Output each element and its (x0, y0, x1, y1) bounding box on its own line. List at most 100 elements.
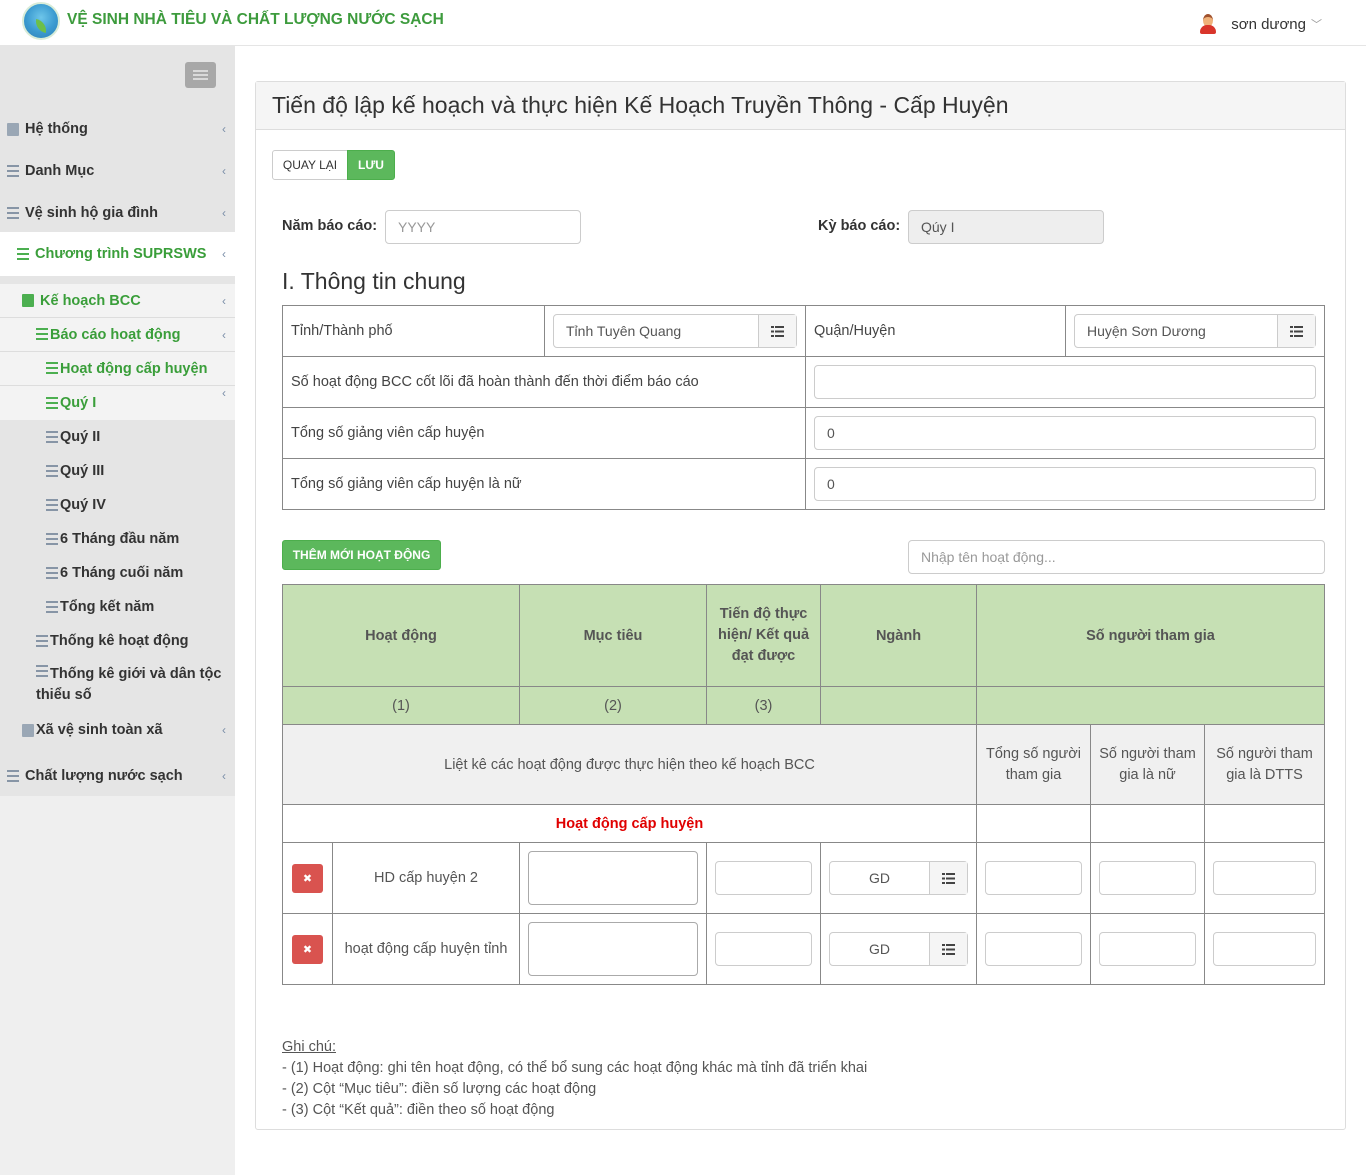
list-icon (46, 464, 58, 478)
ethnic-participants-input[interactable] (1213, 861, 1316, 895)
logo-icon[interactable] (22, 2, 60, 40)
total-participants-input[interactable] (985, 861, 1082, 895)
sidebar-item-label: Báo cáo hoạt động (50, 326, 181, 343)
period-label: Kỳ báo cáo: (818, 218, 901, 234)
sidebar-item-xa-ve-sinh-toan-xa[interactable]: Xã vệ sinh toàn xã ‹ (0, 719, 235, 741)
ethnic-participants-input[interactable] (1213, 932, 1316, 966)
target-cell (519, 842, 707, 914)
sidebar-item-ve-sinh-ho-gia-dinh[interactable]: Vệ sinh hộ gia đình ‹ (0, 202, 235, 224)
sidebar-toggle-button[interactable] (185, 62, 216, 88)
chevron-left-icon: ‹ (222, 122, 226, 136)
note-line: - (1) Hoạt động: ghi tên hoạt động, có t… (282, 1060, 868, 1076)
total-participants-input[interactable] (985, 932, 1082, 966)
list-icon (942, 943, 955, 955)
progress-input[interactable] (715, 861, 812, 895)
sidebar-item-danh-muc[interactable]: Danh Mục ‹ (0, 160, 235, 182)
sidebar-item-label: 6 Tháng đầu năm (60, 531, 180, 547)
progress-input[interactable] (715, 932, 812, 966)
female-participants-input[interactable] (1099, 861, 1196, 895)
delete-button[interactable]: ✖ (292, 934, 323, 964)
col-header-activity: Hoạt động (282, 584, 520, 687)
sector-value: GD (869, 870, 890, 886)
sidebar-item-tong-ket-nam[interactable]: Tổng kết năm (0, 596, 235, 618)
col-header-progress: Tiến độ thực hiện/ Kết quả đạt được (706, 584, 821, 687)
sidebar: Hệ thống ‹ Danh Mục ‹ Vệ sinh hộ gia đìn… (0, 46, 235, 1175)
sidebar-item-ke-hoach-bcc[interactable]: Kế hoạch BCC ‹ (0, 284, 235, 318)
info-row-label: Tổng số giảng viên cấp huyện là nữ (282, 458, 806, 510)
col-number-empty (820, 686, 977, 725)
sidebar-item-label: Hệ thống (25, 121, 88, 137)
delete-button[interactable]: ✖ (292, 863, 323, 893)
province-select[interactable]: Tỉnh Tuyên Quang (553, 314, 797, 348)
district-select[interactable]: Huyện Sơn Dương (1074, 314, 1316, 348)
sidebar-item-thong-ke-hoat-dong[interactable]: Thống kê hoạt động (0, 630, 235, 652)
brand-title[interactable]: VỆ SINH NHÀ TIÊU VÀ CHẤT LƯỢNG NƯỚC SẠCH (67, 11, 444, 29)
user-menu[interactable]: sơn dương ﹀ (1199, 14, 1322, 34)
sidebar-item-6-thang-dau-nam[interactable]: 6 Tháng đầu năm (0, 528, 235, 550)
progress-cell (706, 842, 821, 914)
period-field[interactable]: Qúy I (908, 210, 1104, 244)
list-icon (46, 396, 58, 410)
trainer-total-input[interactable]: 0 (814, 416, 1316, 450)
sidebar-item-bao-cao-hoat-dong[interactable]: Báo cáo hoạt động ‹ (0, 318, 235, 352)
female-participants-input[interactable] (1099, 932, 1196, 966)
list-icon (7, 206, 19, 220)
sidebar-item-label: 6 Tháng cuối năm (60, 565, 184, 581)
bcc-completed-input[interactable] (814, 365, 1316, 399)
list-icon (36, 634, 48, 648)
chevron-left-icon: ‹ (222, 769, 226, 783)
list-icon (7, 769, 19, 783)
province-cell: Tỉnh Tuyên Quang (544, 305, 806, 357)
list-picker-button[interactable] (929, 862, 967, 894)
sidebar-item-label: Hoạt động cấp huyện (60, 360, 208, 377)
sidebar-item-label: Quý III (60, 463, 105, 479)
sidebar-item-hoat-dong-cap-huyen[interactable]: Hoạt động cấp huyện (0, 352, 235, 386)
sidebar-item-chuong-trinh-suprsws[interactable]: Chương trình SUPRSWS ‹ (0, 232, 235, 276)
sidebar-item-6-thang-cuoi-nam[interactable]: 6 Tháng cuối năm (0, 562, 235, 584)
chevron-left-icon: ‹ (222, 247, 226, 261)
sidebar-item-label: Thống kê giới và dân tộc thiểu số (36, 666, 222, 703)
female-cell (1090, 842, 1205, 914)
year-input[interactable]: YYYY (385, 210, 581, 244)
target-textarea[interactable] (528, 851, 698, 905)
sector-select[interactable]: GD (829, 932, 968, 966)
activity-name: HD cấp huyện 2 (332, 842, 520, 914)
general-info-table: Tỉnh/Thành phố Tỉnh Tuyên Quang Quận/Huy… (282, 305, 1325, 510)
list-icon (771, 325, 784, 337)
sidebar-filler (0, 796, 235, 1175)
female-cell (1090, 913, 1205, 985)
add-activity-button[interactable]: THÊM MỚI HOẠT ĐỘNG (282, 540, 441, 570)
empty-cell (1090, 804, 1205, 843)
activity-search-input[interactable]: Nhập tên hoạt động... (908, 540, 1325, 574)
target-textarea[interactable] (528, 922, 698, 976)
back-button[interactable]: QUAY LẠI (272, 150, 348, 180)
sidebar-item-label-wrap: Thống kê giới và dân tộc thiểu số (36, 664, 226, 706)
list-icon (46, 566, 58, 580)
list-picker-button[interactable] (758, 315, 796, 347)
save-button[interactable]: LƯU (347, 150, 395, 180)
chevron-left-icon: ‹ (222, 164, 226, 178)
list-icon (36, 665, 48, 678)
list-picker-button[interactable] (1277, 315, 1315, 347)
notes-title: Ghi chú: (282, 1039, 336, 1055)
delete-cell: ✖ (282, 913, 333, 985)
sidebar-item-quy-4[interactable]: Quý IV (0, 494, 235, 516)
table-row: ✖ hoạt động cấp huyện tỉnh GD (282, 913, 1325, 985)
list-icon (17, 247, 29, 261)
sub-header-female: Số người tham gia là nữ (1090, 724, 1205, 805)
sidebar-item-he-thong[interactable]: Hệ thống ‹ (0, 118, 235, 140)
col-number-empty (976, 686, 1325, 725)
list-picker-button[interactable] (929, 933, 967, 965)
sidebar-item-quy-3[interactable]: Quý III (0, 460, 235, 482)
sidebar-item-label: Kế hoạch BCC (40, 292, 141, 309)
sector-cell: GD (820, 913, 977, 985)
sidebar-item-chat-luong-nuoc-sach[interactable]: Chất lượng nước sạch ‹ (0, 765, 235, 787)
trainer-female-input[interactable]: 0 (814, 467, 1316, 501)
sidebar-item-quy-1[interactable]: Quý I ‹ (0, 386, 235, 420)
sidebar-item-label: Chất lượng nước sạch (25, 768, 183, 784)
group-label: Hoạt động cấp huyện (282, 804, 977, 843)
sector-select[interactable]: GD (829, 861, 968, 895)
sidebar-item-quy-2[interactable]: Quý II (0, 426, 235, 448)
chevron-left-icon: ‹ (222, 327, 226, 342)
sidebar-item-thong-ke-gioi-dan-toc[interactable]: Thống kê giới và dân tộc thiểu số (0, 664, 235, 708)
